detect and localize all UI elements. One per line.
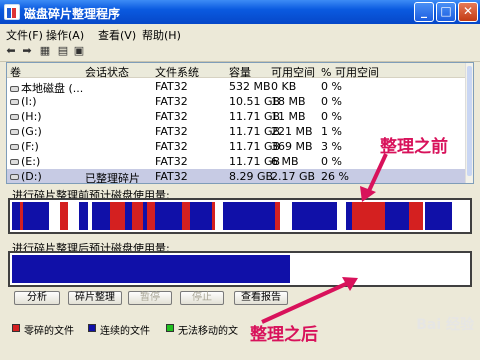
watermark: Bai 经验: [416, 317, 474, 333]
arrow-after: [261, 281, 349, 324]
annotation-arrows: [261, 153, 388, 324]
annotation-before: 整理之前: [380, 137, 448, 157]
arrow-before: [366, 153, 388, 194]
annotation-after: 整理之后: [250, 325, 318, 345]
